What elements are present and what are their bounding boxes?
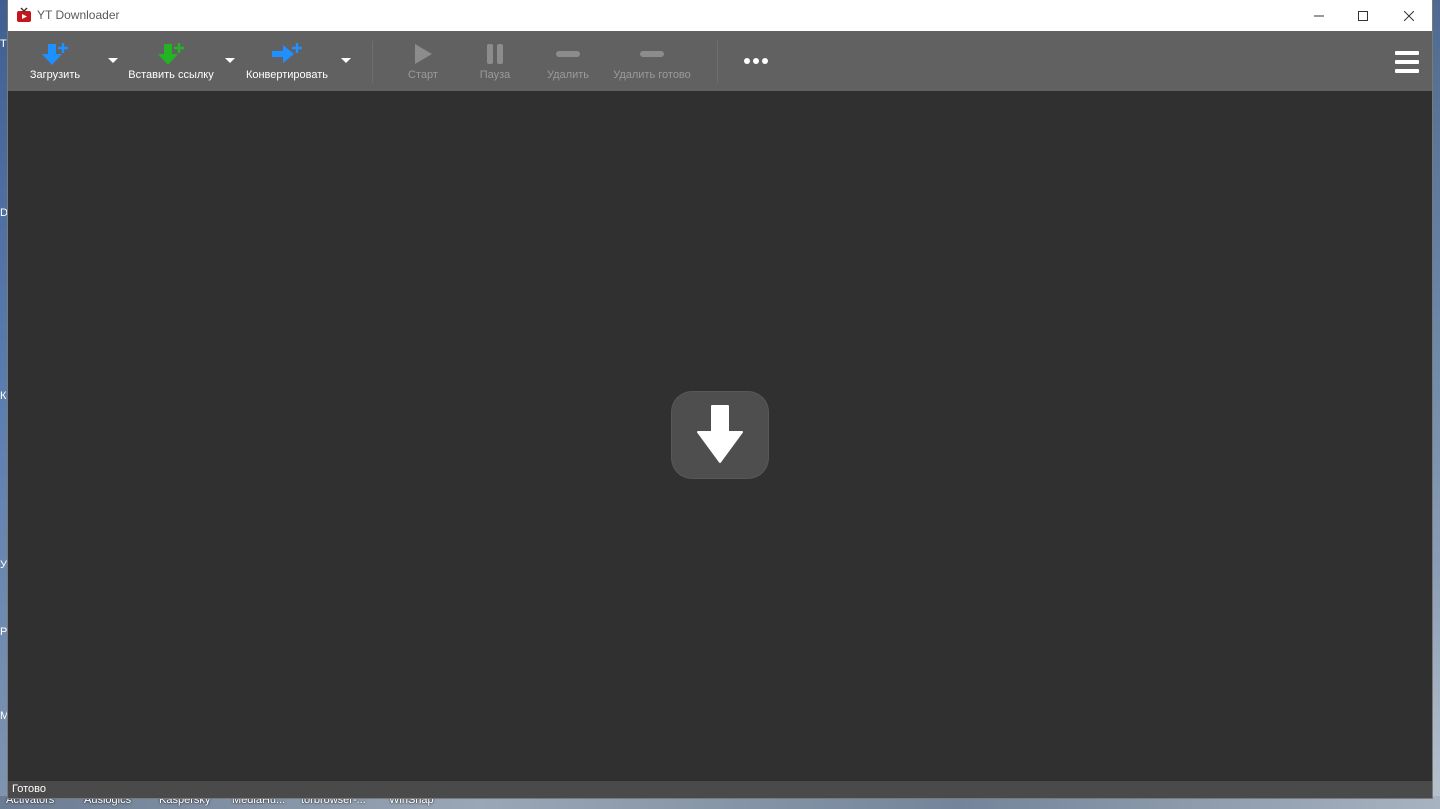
more-dots-icon (753, 58, 759, 64)
desktop-edge-letter: D (0, 207, 8, 219)
pause-button[interactable]: Пауза (470, 31, 520, 91)
desktop-edge-letter: К (0, 390, 7, 402)
pause-icon (487, 44, 503, 64)
convert-button[interactable]: Конвертировать (242, 31, 332, 91)
downloads-list-area[interactable] (8, 91, 1432, 781)
hamburger-menu-icon (1395, 60, 1419, 64)
play-icon (415, 44, 432, 64)
convert-dropdown-arrow[interactable] (341, 58, 351, 63)
hamburger-menu-icon (1395, 69, 1419, 73)
delete-button[interactable]: Удалить (540, 31, 596, 91)
convert-plus-icon (272, 43, 302, 63)
download-dropdown-arrow[interactable] (108, 58, 118, 63)
start-button[interactable]: Старт (398, 31, 448, 91)
desktop-edge-letter: Р (0, 626, 8, 638)
toolbar: Загрузить Вставить ссылку Конвертировать… (8, 31, 1432, 91)
more-dots-icon (744, 58, 750, 64)
minimize-icon (1314, 15, 1324, 16)
maximize-icon (1358, 10, 1368, 21)
minus-icon (640, 51, 664, 57)
minimize-button[interactable] (1296, 0, 1342, 31)
paste-link-button[interactable]: Вставить ссылку (126, 31, 216, 91)
status-text: Готово (12, 783, 46, 795)
delete-done-label: Удалить готово (613, 69, 691, 81)
download-label: Загрузить (29, 69, 81, 81)
desktop-edge-letter: У (0, 559, 7, 571)
close-icon (1404, 10, 1414, 21)
more-options-button[interactable] (741, 55, 771, 67)
hamburger-menu-icon (1395, 51, 1419, 55)
paste-link-dropdown-arrow[interactable] (225, 58, 235, 63)
title-bar[interactable]: YT Downloader (8, 0, 1432, 31)
pause-label: Пауза (479, 69, 511, 81)
start-label: Старт (408, 69, 438, 81)
download-plus-icon (42, 43, 68, 65)
app-window: YT Downloader Загрузить Вставить ссылку … (8, 0, 1432, 798)
desktop-edge-letter: М (0, 710, 8, 722)
download-arrow-icon (697, 405, 743, 463)
minus-icon (556, 51, 580, 57)
status-bar: Готово (8, 781, 1432, 798)
desktop-edge-letter: Т (0, 38, 7, 50)
close-button[interactable] (1386, 0, 1432, 31)
toolbar-separator (372, 41, 373, 83)
toolbar-separator (717, 41, 718, 83)
convert-label: Конвертировать (245, 69, 329, 81)
delete-label: Удалить (547, 69, 589, 81)
paste-link-plus-icon (158, 43, 184, 65)
desktop-left-edge: Т D К У Р М (0, 0, 8, 809)
app-logo-icon (17, 7, 31, 22)
drop-download-target[interactable] (672, 392, 768, 478)
maximize-button[interactable] (1340, 0, 1386, 31)
delete-done-button[interactable]: Удалить готово (608, 31, 696, 91)
paste-link-label: Вставить ссылку (128, 69, 214, 81)
window-title: YT Downloader (37, 8, 120, 22)
download-button[interactable]: Загрузить (22, 31, 88, 91)
hamburger-menu-button[interactable] (1395, 51, 1419, 73)
more-dots-icon (762, 58, 768, 64)
